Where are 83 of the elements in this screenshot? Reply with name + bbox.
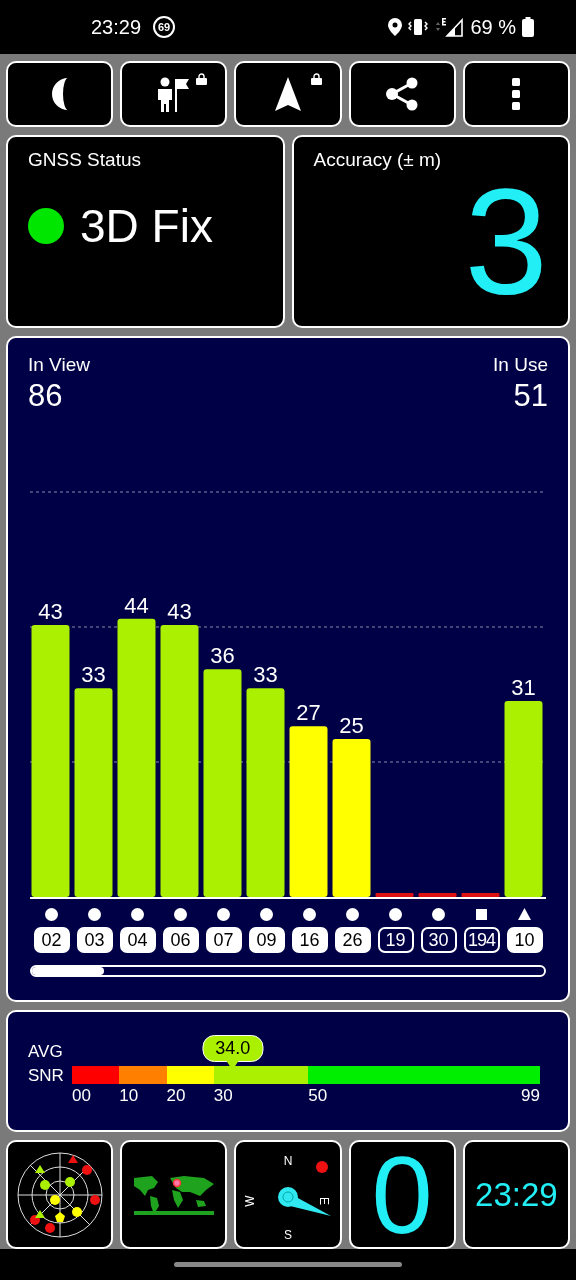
world-map-button[interactable] bbox=[120, 1140, 228, 1250]
battery-percent: 69 % bbox=[470, 15, 516, 39]
sky-plot-button[interactable] bbox=[6, 1140, 114, 1250]
satellite-id: 10 bbox=[506, 927, 543, 954]
satellite-id: 19 bbox=[377, 927, 414, 954]
constellation-triangle-icon bbox=[518, 908, 531, 921]
bar-value: 36 bbox=[210, 643, 235, 669]
avg-label: AVG bbox=[28, 1041, 64, 1064]
bar-value: 33 bbox=[81, 662, 106, 688]
share-icon bbox=[385, 77, 420, 112]
toolbar-button[interactable] bbox=[348, 61, 456, 128]
constellation-circle-icon bbox=[88, 907, 101, 921]
east-label: E bbox=[317, 1196, 331, 1205]
bar-value: 25 bbox=[339, 713, 364, 739]
satellite-id: 03 bbox=[76, 927, 113, 954]
home-handle[interactable] bbox=[174, 1262, 402, 1268]
in-view-count: 86 bbox=[28, 378, 64, 415]
scale-tick: 99 bbox=[521, 1086, 540, 1107]
bar-value: 43 bbox=[38, 599, 63, 625]
constellation-circle-icon bbox=[174, 907, 187, 921]
navigation-arrow-icon bbox=[275, 77, 301, 112]
scale-tick: 30 bbox=[213, 1086, 233, 1107]
marker-dot-icon bbox=[316, 1160, 328, 1173]
bar-value: 44 bbox=[124, 593, 149, 619]
constellation-square-icon bbox=[476, 908, 487, 920]
satellite-id: 07 bbox=[205, 927, 242, 954]
lock-icon bbox=[196, 73, 208, 86]
west-label: W bbox=[243, 1195, 257, 1207]
in-view-label: In View bbox=[28, 354, 90, 377]
signal-bar bbox=[375, 893, 414, 898]
clock-value: 23:29 bbox=[475, 1175, 558, 1214]
constellation-circle-icon bbox=[131, 907, 144, 921]
toolbar-button[interactable] bbox=[234, 61, 342, 128]
satellite-id: 16 bbox=[291, 927, 328, 954]
satellite-id: 04 bbox=[119, 927, 156, 954]
toolbar-button[interactable] bbox=[120, 61, 228, 128]
bar-value: 43 bbox=[167, 599, 192, 625]
scale-tick: 00 bbox=[72, 1086, 91, 1107]
moon-icon bbox=[51, 78, 68, 111]
signal-icon bbox=[434, 17, 465, 38]
constellation-circle-icon bbox=[389, 907, 402, 921]
status-time: 23:29 bbox=[91, 15, 142, 39]
fix-status: 3D Fix bbox=[80, 199, 213, 254]
scale-tick: 20 bbox=[166, 1086, 186, 1107]
constellation-circle-icon bbox=[303, 907, 316, 921]
scale-tick: 50 bbox=[308, 1086, 328, 1107]
snr-label: SNR bbox=[28, 1065, 65, 1088]
constellation-circle-icon bbox=[260, 907, 273, 921]
satellite-id: 06 bbox=[162, 927, 199, 954]
constellation-circle-icon bbox=[217, 907, 230, 921]
bar-value: 31 bbox=[511, 675, 536, 701]
in-use-label: In Use bbox=[493, 354, 548, 377]
compass-button[interactable]: N S E W bbox=[234, 1140, 342, 1250]
battery-icon bbox=[522, 17, 534, 38]
bar-value: 33 bbox=[253, 662, 278, 688]
satellite-id: 02 bbox=[33, 927, 70, 954]
satellite-id: 194 bbox=[463, 927, 500, 954]
in-use-count: 51 bbox=[512, 378, 548, 415]
constellation-circle-icon bbox=[346, 907, 359, 921]
toolbar-button[interactable] bbox=[462, 61, 570, 128]
signal-bar bbox=[418, 893, 457, 898]
card-title: GNSS Status bbox=[28, 149, 142, 172]
satellite-id: 09 bbox=[248, 927, 285, 954]
signal-bar bbox=[461, 893, 500, 898]
notification-badge: 69 bbox=[153, 16, 176, 39]
lock-icon bbox=[310, 73, 322, 86]
north-label: N bbox=[283, 1153, 293, 1168]
card-title: Accuracy (± m) bbox=[313, 149, 443, 172]
constellation-circle-icon bbox=[45, 907, 58, 921]
accuracy-value: 3 bbox=[463, 177, 548, 308]
toolbar-button[interactable] bbox=[6, 61, 114, 128]
person-flag-icon bbox=[156, 76, 191, 113]
scale-tick: 10 bbox=[119, 1086, 139, 1107]
satellite-id: 30 bbox=[420, 927, 457, 954]
speed-value: 0 bbox=[371, 1142, 433, 1248]
more-icon bbox=[512, 78, 521, 111]
vibrate-icon bbox=[408, 18, 429, 37]
location-icon bbox=[388, 18, 403, 37]
compass-needle-icon bbox=[278, 1186, 331, 1216]
satellite-id: 26 bbox=[334, 927, 371, 954]
bar-value: 27 bbox=[296, 700, 321, 726]
constellation-circle-icon bbox=[432, 907, 445, 921]
south-label: S bbox=[284, 1227, 292, 1242]
